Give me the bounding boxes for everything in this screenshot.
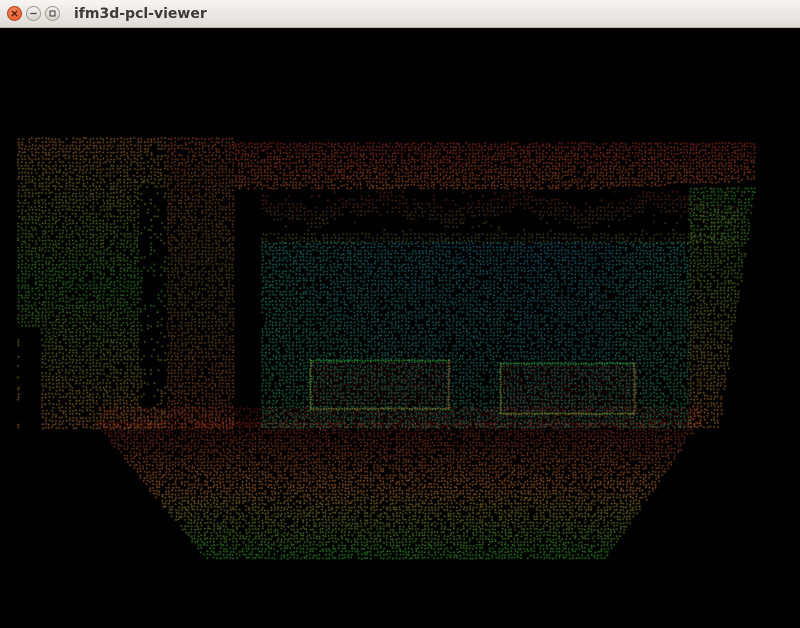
- title-bar[interactable]: ifm3d-pcl-viewer: [0, 0, 800, 28]
- close-button[interactable]: [7, 6, 22, 21]
- close-icon: [11, 10, 18, 17]
- point-cloud-canvas[interactable]: [0, 28, 800, 628]
- point-cloud-viewport[interactable]: [0, 28, 800, 628]
- minimize-icon: [30, 12, 37, 15]
- maximize-icon: [49, 10, 56, 17]
- window-title: ifm3d-pcl-viewer: [74, 6, 207, 22]
- application-window: ifm3d-pcl-viewer: [0, 0, 800, 628]
- maximize-button[interactable]: [45, 6, 60, 21]
- window-controls: [7, 6, 60, 21]
- minimize-button[interactable]: [26, 6, 41, 21]
